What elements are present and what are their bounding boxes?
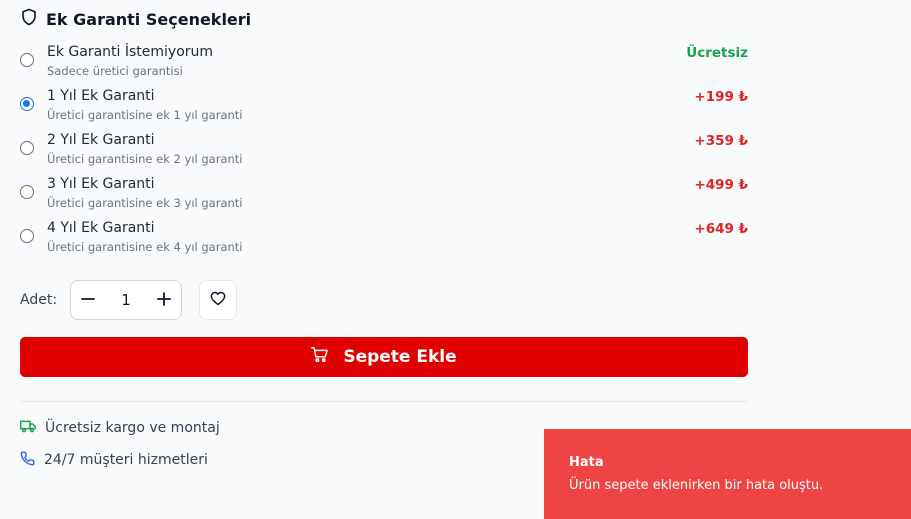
shield-icon — [20, 7, 38, 31]
quantity-stepper[interactable]: 1 — [70, 280, 182, 320]
radio-button[interactable] — [20, 185, 34, 199]
favorite-button[interactable] — [199, 280, 237, 320]
increase-button[interactable] — [147, 280, 181, 320]
radio-button[interactable] — [20, 229, 34, 243]
warranty-option-1-year[interactable]: 1 Yıl Ek Garanti Üretici garantisine ek … — [20, 86, 748, 130]
quantity-label: Adet: — [20, 292, 58, 308]
warranty-options: Ek Garanti İstemiyorum Sadece üretici ga… — [20, 42, 748, 262]
warranty-option-2-year[interactable]: 2 Yıl Ek Garanti Üretici garantisine ek … — [20, 130, 748, 174]
truck-icon — [19, 419, 37, 437]
toast-title: Hata — [569, 455, 604, 470]
option-title: 1 Yıl Ek Garanti — [47, 88, 155, 104]
option-subtitle: Üretici garantisine ek 3 yıl garanti — [47, 196, 243, 210]
option-price: +499 ₺ — [694, 177, 748, 193]
add-to-cart-button[interactable]: Sepete Ekle — [20, 337, 748, 377]
option-subtitle: Sadece üretici garantisi — [47, 64, 183, 78]
warranty-option-none[interactable]: Ek Garanti İstemiyorum Sadece üretici ga… — [20, 42, 748, 86]
warranty-option-4-year[interactable]: 4 Yıl Ek Garanti Üretici garantisine ek … — [20, 218, 748, 262]
option-title: 2 Yıl Ek Garanti — [47, 132, 155, 148]
toast-message: Ürün sepete eklenirken bir hata oluştu. — [569, 478, 824, 493]
quantity-value[interactable]: 1 — [121, 291, 131, 309]
option-subtitle: Üretici garantisine ek 4 yıl garanti — [47, 240, 243, 254]
option-title: Ek Garanti İstemiyorum — [47, 44, 214, 60]
phone-icon — [20, 451, 35, 470]
option-price: Ücretsiz — [686, 45, 748, 61]
option-title: 3 Yıl Ek Garanti — [47, 176, 155, 192]
option-price: +649 ₺ — [694, 221, 748, 237]
minus-icon — [81, 291, 95, 310]
option-subtitle: Üretici garantisine ek 1 yıl garanti — [47, 108, 243, 122]
option-price: +359 ₺ — [694, 133, 748, 149]
warranty-option-3-year[interactable]: 3 Yıl Ek Garanti Üretici garantisine ek … — [20, 174, 748, 218]
feature-support-text: 24/7 müşteri hizmetleri — [44, 452, 208, 468]
cart-icon — [311, 346, 329, 368]
warranty-section-title: Ek Garanti Seçenekleri — [20, 8, 251, 30]
quantity-row: Adet: 1 — [20, 279, 237, 321]
option-price: +199 ₺ — [694, 89, 748, 105]
radio-button[interactable] — [20, 97, 34, 111]
divider — [20, 401, 748, 402]
add-to-cart-label: Sepete Ekle — [343, 347, 457, 367]
radio-button[interactable] — [20, 53, 34, 67]
feature-shipping: Ücretsiz kargo ve montaj — [19, 418, 220, 438]
plus-icon — [157, 291, 171, 310]
feature-shipping-text: Ücretsiz kargo ve montaj — [45, 420, 220, 436]
feature-support: 24/7 müşteri hizmetleri — [20, 450, 208, 470]
heart-icon — [210, 291, 226, 310]
radio-button[interactable] — [20, 141, 34, 155]
decrease-button[interactable] — [71, 280, 105, 320]
option-title: 4 Yıl Ek Garanti — [47, 220, 155, 236]
error-toast[interactable]: Hata Ürün sepete eklenirken bir hata olu… — [544, 429, 911, 519]
option-subtitle: Üretici garantisine ek 2 yıl garanti — [47, 152, 243, 166]
warranty-title-text: Ek Garanti Seçenekleri — [46, 9, 252, 29]
